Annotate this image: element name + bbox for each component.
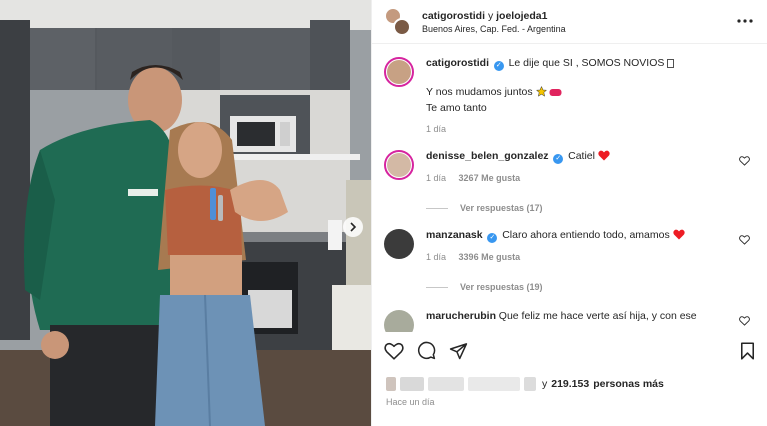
replies-divider xyxy=(426,207,448,209)
heart-outline-icon xyxy=(739,235,750,245)
comment: marucherubin Que feliz me hace verte así… xyxy=(384,310,754,332)
post-authors: catigorostidi y joelojeda1 xyxy=(422,10,566,22)
post-details-panel: catigorostidi y joelojeda1 Buenos Aires,… xyxy=(371,0,767,426)
heart-outline-icon xyxy=(739,316,750,326)
view-replies-button[interactable]: Ver respuestas (17) xyxy=(426,203,754,213)
comment: denisse_belen_gonzalez ✓ Catiel 1 día 32… xyxy=(384,150,754,183)
like-comment-button[interactable] xyxy=(739,235,750,248)
post-timestamp: Hace un día xyxy=(386,397,435,407)
bookmark-icon xyxy=(740,341,755,360)
avatar xyxy=(393,17,411,36)
caption-time: 1 día xyxy=(426,124,447,134)
blurred-username xyxy=(468,377,520,391)
caption-text: Le dije que SI , SOMOS NOVIOS xyxy=(508,57,665,69)
more-horizontal-icon xyxy=(737,19,753,23)
blurred-username xyxy=(400,377,424,391)
likes-summary[interactable]: y 219.153 personas más xyxy=(386,377,664,391)
replies-divider xyxy=(426,286,448,288)
save-button[interactable] xyxy=(740,341,755,363)
post-location[interactable]: Buenos Aires, Cap. Fed. - Argentina xyxy=(422,24,566,34)
post-photo[interactable] xyxy=(0,0,371,426)
key-emoji-icon xyxy=(549,87,562,101)
author-conjunction: y xyxy=(487,9,494,22)
like-button[interactable] xyxy=(384,342,404,363)
comment-button[interactable] xyxy=(417,341,436,363)
likes-prefix: y xyxy=(542,378,548,390)
avatar[interactable] xyxy=(384,150,414,180)
red-heart-emoji-icon xyxy=(672,229,685,243)
author-username[interactable]: joelojeda1 xyxy=(496,10,547,22)
instagram-post: catigorostidi y joelojeda1 Buenos Aires,… xyxy=(0,0,767,426)
author-username[interactable]: catigorostidi xyxy=(422,10,485,22)
red-heart-emoji-icon xyxy=(598,150,610,164)
view-replies-label: Ver respuestas (17) xyxy=(460,203,543,213)
comment-meta: 1 día 3267 Me gusta xyxy=(426,173,610,183)
likes-count[interactable]: 219.153 xyxy=(551,378,589,390)
view-replies-button[interactable]: Ver respuestas (19) xyxy=(426,282,754,292)
post-header: catigorostidi y joelojeda1 Buenos Aires,… xyxy=(372,0,767,44)
caption-line: Y nos mudamos juntos xyxy=(426,85,674,101)
comment-username[interactable]: marucherubin xyxy=(426,310,496,322)
star-emoji-icon xyxy=(535,85,547,101)
comment-text: Claro ahora entiendo todo, amamos xyxy=(502,229,670,241)
paper-plane-icon xyxy=(449,342,468,359)
heart-outline-icon xyxy=(739,156,750,166)
comment-likes[interactable]: 3396 Me gusta xyxy=(459,252,521,262)
comment-time: 1 día xyxy=(426,173,447,183)
caption: catigorostidi ✓ Le dije que SI , SOMOS N… xyxy=(384,57,754,134)
more-options-button[interactable] xyxy=(737,10,753,28)
like-comment-button[interactable] xyxy=(739,156,750,169)
caption-line-text: Y nos mudamos juntos xyxy=(426,86,533,98)
comment-likes[interactable]: 3267 Me gusta xyxy=(459,173,521,183)
comment-time: 1 día xyxy=(426,252,447,262)
heart-outline-icon xyxy=(384,342,404,360)
post-actions xyxy=(384,340,755,364)
blurred-username xyxy=(428,377,464,391)
header-info: catigorostidi y joelojeda1 Buenos Aires,… xyxy=(422,10,566,34)
comment-username[interactable]: denisse_belen_gonzalez xyxy=(426,150,549,162)
comment: manzanask ✓ Claro ahora entiendo todo, a… xyxy=(384,229,754,262)
comment-meta: 1 día 3396 Me gusta xyxy=(426,252,685,262)
comment-bubble-icon xyxy=(417,341,436,360)
avatar[interactable] xyxy=(384,229,414,259)
comment-username[interactable]: manzanask xyxy=(426,229,483,241)
avatar[interactable] xyxy=(384,310,414,332)
likes-suffix[interactable]: personas más xyxy=(593,378,664,390)
blurred-avatar xyxy=(386,377,396,391)
view-replies-label: Ver respuestas (19) xyxy=(460,282,543,292)
caption-line-text: Te amo tanto xyxy=(426,102,487,114)
emoji-placeholder-icon xyxy=(667,59,675,71)
next-photo-button[interactable] xyxy=(343,217,363,237)
avatar[interactable] xyxy=(384,57,414,87)
share-button[interactable] xyxy=(449,342,468,363)
caption-username[interactable]: catigorostidi xyxy=(426,57,489,69)
blurred-username xyxy=(524,377,536,391)
comments-list[interactable]: catigorostidi ✓ Le dije que SI , SOMOS N… xyxy=(372,45,767,332)
comment-text: Que feliz me hace verte así hija, y con … xyxy=(498,310,697,322)
comment-text: Catiel xyxy=(568,150,595,162)
verified-badge-icon: ✓ xyxy=(553,154,564,164)
verified-badge-icon: ✓ xyxy=(493,61,504,71)
verified-badge-icon: ✓ xyxy=(487,233,498,243)
collab-avatars[interactable] xyxy=(384,6,412,37)
like-comment-button[interactable] xyxy=(739,316,750,329)
chevron-right-icon xyxy=(350,222,357,232)
couple-kitchen-image xyxy=(0,0,371,426)
